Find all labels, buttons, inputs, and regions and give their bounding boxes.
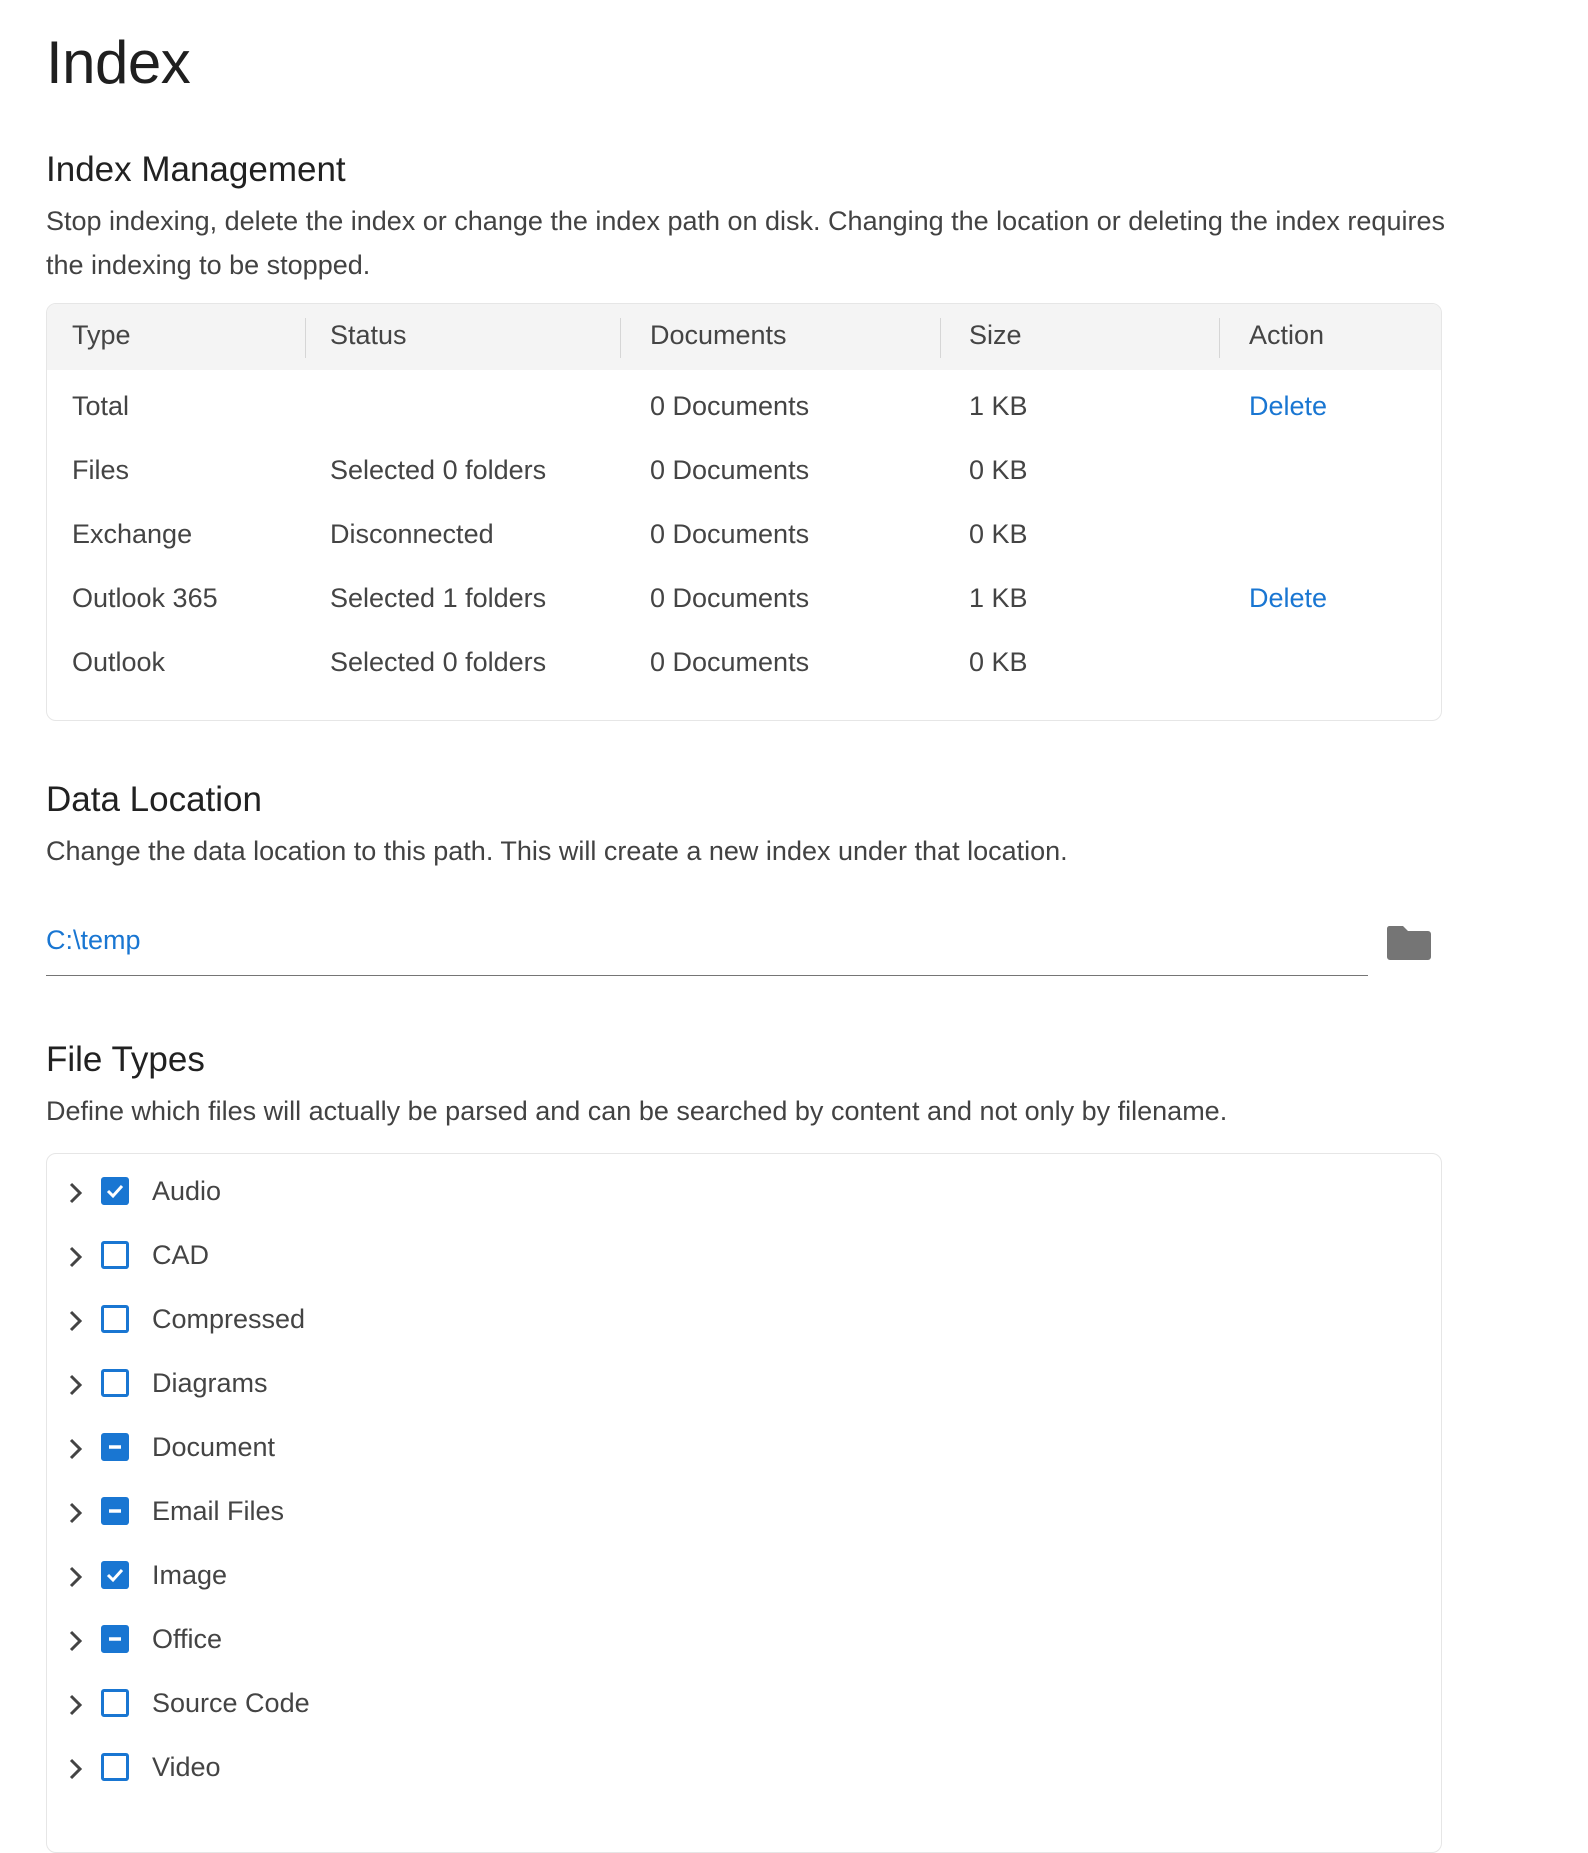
chevron-right-icon[interactable] xyxy=(65,1755,87,1783)
chevron-right-icon[interactable] xyxy=(65,1307,87,1335)
file-types-description: Define which files will actually be pars… xyxy=(46,1096,1228,1126)
tree-item-label: Diagrams xyxy=(152,1368,268,1398)
tree-item-label: Email Files xyxy=(152,1496,285,1526)
chevron-right-icon[interactable] xyxy=(65,1243,87,1271)
row-documents: 0 Documents xyxy=(650,647,810,677)
chevron-right-icon[interactable] xyxy=(65,1179,87,1207)
row-documents: 0 Documents xyxy=(650,391,810,421)
checkbox-diagrams[interactable] xyxy=(101,1369,129,1397)
tree-item-label: Office xyxy=(152,1624,223,1654)
data-location-input[interactable]: C:\temp xyxy=(46,915,1368,976)
delete-total-link[interactable]: Delete xyxy=(1249,391,1327,422)
column-header-action[interactable]: Action xyxy=(1249,320,1324,351)
index-table: Type Status Documents Size Action Total … xyxy=(46,303,1442,721)
row-type: Outlook xyxy=(72,647,166,677)
column-divider[interactable] xyxy=(620,318,621,358)
tree-item-label: Document xyxy=(152,1432,276,1462)
table-header: Type Status Documents Size Action xyxy=(47,304,1441,370)
index-management-description: Stop indexing, delete the index or chang… xyxy=(46,206,1445,280)
delete-outlook365-link[interactable]: Delete xyxy=(1249,583,1327,614)
checkbox-cad[interactable] xyxy=(101,1241,129,1269)
checkbox-email-files[interactable] xyxy=(101,1497,129,1525)
row-type: Total xyxy=(72,391,130,421)
row-documents: 0 Documents xyxy=(650,455,810,485)
row-type: Exchange xyxy=(72,519,193,549)
row-status: Selected 0 folders xyxy=(330,455,547,485)
column-header-documents[interactable]: Documents xyxy=(650,320,787,351)
row-status: Disconnected xyxy=(330,519,494,549)
row-size: 1 KB xyxy=(969,391,1028,421)
chevron-right-icon[interactable] xyxy=(65,1627,87,1655)
column-divider[interactable] xyxy=(305,318,306,358)
checkbox-image[interactable] xyxy=(101,1561,129,1589)
column-header-status[interactable]: Status xyxy=(330,320,407,351)
column-header-type[interactable]: Type xyxy=(72,320,131,351)
row-type: Outlook 365 xyxy=(72,583,218,613)
row-status: Selected 0 folders xyxy=(330,647,547,677)
row-status: Selected 1 folders xyxy=(330,583,547,613)
row-documents: 0 Documents xyxy=(650,519,810,549)
chevron-right-icon[interactable] xyxy=(65,1563,87,1591)
tree-item-label: Source Code xyxy=(152,1688,310,1718)
column-header-size[interactable]: Size xyxy=(969,320,1022,351)
chevron-right-icon[interactable] xyxy=(65,1435,87,1463)
chevron-right-icon[interactable] xyxy=(65,1499,87,1527)
data-location-title: Data Location xyxy=(46,780,262,819)
row-size: 0 KB xyxy=(969,455,1028,485)
tree-item-label: Image xyxy=(152,1560,228,1590)
chevron-right-icon[interactable] xyxy=(65,1691,87,1719)
data-location-path[interactable]: C:\temp xyxy=(46,925,141,956)
index-settings-page: Index Index Management Stop indexing, de… xyxy=(0,0,1588,1853)
checkbox-office[interactable] xyxy=(101,1625,129,1653)
tree-item-label: Video xyxy=(152,1752,221,1782)
column-divider[interactable] xyxy=(940,318,941,358)
index-management-title: Index Management xyxy=(46,150,346,189)
file-types-title: File Types xyxy=(46,1040,205,1079)
data-location-description: Change the data location to this path. T… xyxy=(46,836,1068,866)
row-size: 0 KB xyxy=(969,647,1028,677)
row-documents: 0 Documents xyxy=(650,583,810,613)
chevron-right-icon[interactable] xyxy=(65,1371,87,1399)
tree-item-label: Compressed xyxy=(152,1304,306,1334)
row-type: Files xyxy=(72,455,130,485)
checkbox-compressed[interactable] xyxy=(101,1305,129,1333)
checkbox-source-code[interactable] xyxy=(101,1689,129,1717)
page-title: Index xyxy=(46,29,191,96)
row-size: 0 KB xyxy=(969,519,1028,549)
tree-item-label: Audio xyxy=(152,1176,222,1206)
folder-icon[interactable] xyxy=(1386,922,1432,962)
column-divider[interactable] xyxy=(1219,318,1220,358)
checkbox-audio[interactable] xyxy=(101,1177,129,1205)
row-size: 1 KB xyxy=(969,583,1028,613)
tree-item-label: CAD xyxy=(152,1240,210,1270)
checkbox-document[interactable] xyxy=(101,1433,129,1461)
file-types-tree: Audio CAD Compressed Diagrams Document E… xyxy=(46,1153,1442,1853)
